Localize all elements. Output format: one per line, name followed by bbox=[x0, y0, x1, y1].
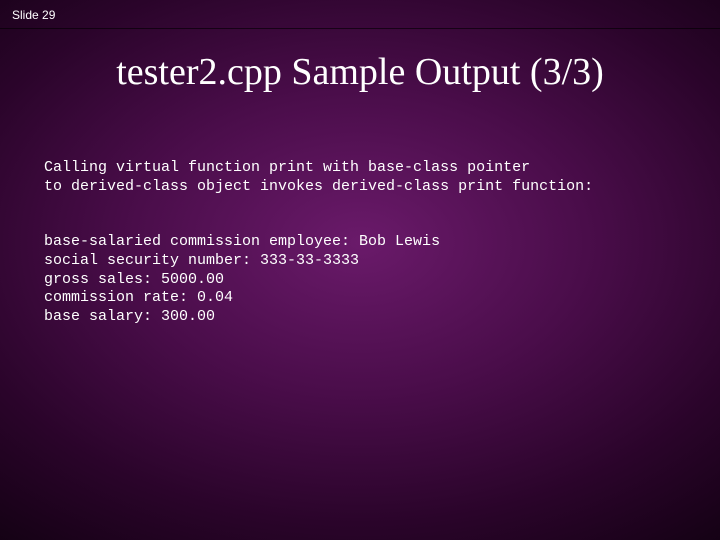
output-details: base-salaried commission employee: Bob L… bbox=[44, 233, 676, 327]
header-divider bbox=[0, 28, 720, 29]
output-description: Calling virtual function print with base… bbox=[44, 159, 676, 197]
slide-number-label: Slide 29 bbox=[12, 8, 55, 22]
output-line: social security number: 333-33-3333 bbox=[44, 252, 359, 269]
output-line: gross sales: 5000.00 bbox=[44, 271, 224, 288]
output-line: commission rate: 0.04 bbox=[44, 289, 233, 306]
slide-title: tester2.cpp Sample Output (3/3) bbox=[0, 50, 720, 94]
sample-output-block: Calling virtual function print with base… bbox=[44, 140, 676, 346]
output-line: Calling virtual function print with base… bbox=[44, 159, 530, 176]
output-line: base-salaried commission employee: Bob L… bbox=[44, 233, 440, 250]
output-line: to derived-class object invokes derived-… bbox=[44, 178, 593, 195]
output-line: base salary: 300.00 bbox=[44, 308, 215, 325]
